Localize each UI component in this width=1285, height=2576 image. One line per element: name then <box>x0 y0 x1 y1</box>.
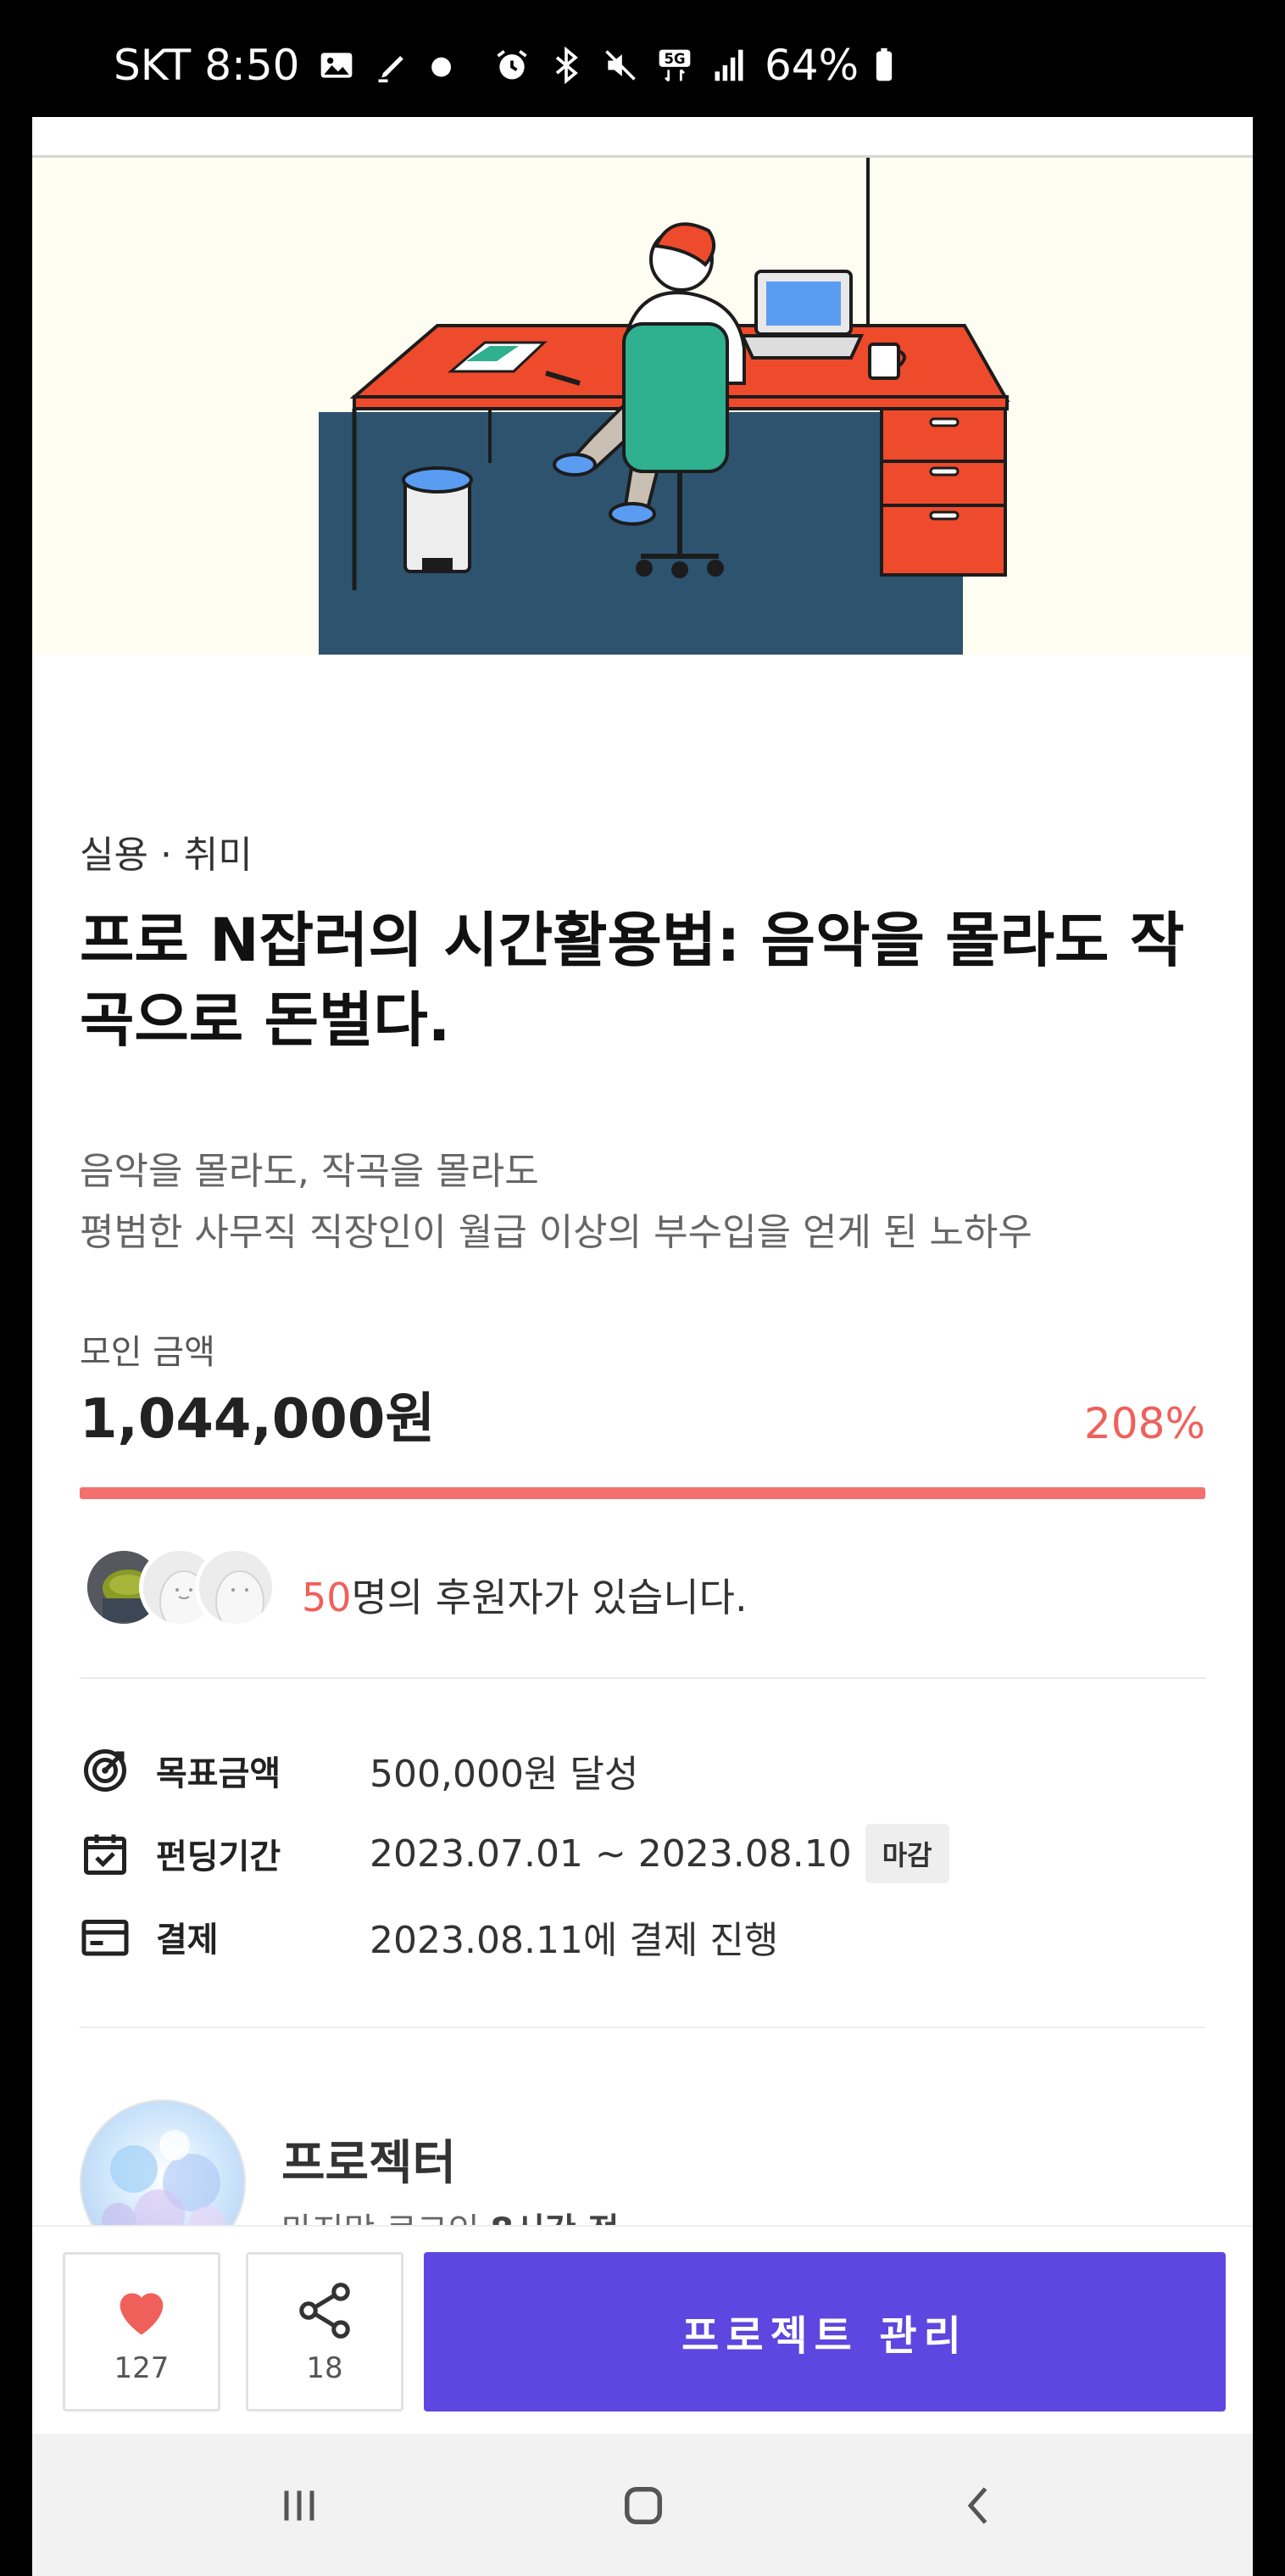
system-nav-bar <box>32 2434 1253 2576</box>
payment-label: 결제 <box>156 1921 219 1960</box>
goal-label: 목표금액 <box>156 1754 281 1793</box>
period-label: 펀딩기간 <box>156 1837 281 1876</box>
goal-value: 500,000원 달성 <box>370 1753 639 1796</box>
project-title: 프로 N잡러의 시간활용법: 음악을 몰라도 작곡으로 돈벌다. <box>80 900 1205 1060</box>
divider <box>80 1677 1205 1679</box>
like-count: 127 <box>114 2351 170 2385</box>
battery-percent: 64% <box>765 41 859 90</box>
network-5g-icon: 5G <box>656 47 693 84</box>
home-icon[interactable] <box>605 2476 681 2535</box>
payment-value: 2023.08.11에 결제 진행 <box>370 1919 779 1962</box>
backers-summary[interactable]: 50명의 후원자가 있습니다. <box>80 1547 1205 1648</box>
payment-row: 결제 2023.08.11에 결제 진행 <box>80 1903 1205 1971</box>
creator-name[interactable]: 프로젝터 <box>281 2125 456 2194</box>
raised-amount: 1,044,000원 <box>80 1388 436 1451</box>
image-icon <box>318 47 355 84</box>
clock: 8:50 <box>204 41 300 90</box>
period-row: 펀딩기간 2023.07.01 ~ 2023.08.10 마감 <box>80 1820 1205 1887</box>
status-left: SKT 8:50 ● <box>114 41 453 90</box>
status-right: 5G 64% <box>493 41 903 90</box>
project-category[interactable]: 실용 · 취미 <box>80 824 253 878</box>
bottom-action-bar: 127 18 프로젝트 관리 <box>32 2225 1253 2434</box>
closed-badge: 마감 <box>865 1824 949 1883</box>
like-button[interactable]: 127 <box>63 2252 220 2412</box>
back-icon[interactable] <box>941 2476 1017 2535</box>
period-value: 2023.07.01 ~ 2023.08.10 <box>370 1832 852 1876</box>
status-bar: SKT 8:50 ● 5G 64% <box>0 0 1285 117</box>
goal-row: 목표금액 500,000원 달성 <box>80 1737 1205 1804</box>
share-icon <box>299 2283 350 2339</box>
alarm-icon <box>493 47 531 84</box>
raised-amount-label: 모인 금액 <box>80 1333 215 1372</box>
share-count: 18 <box>306 2351 343 2385</box>
subtitle-line-2: 평범한 사무직 직장인이 월급 이상의 부수입을 얻게 된 노하우 <box>80 1211 1032 1254</box>
mute-icon <box>602 47 639 84</box>
bluetooth-icon <box>548 47 585 84</box>
battery-icon <box>865 47 903 84</box>
target-icon <box>80 1741 139 1800</box>
signal-icon <box>710 47 748 84</box>
carrier-label: SKT <box>114 41 192 90</box>
app-screen: 실용 · 취미 프로 N잡러의 시간활용법: 음악을 몰라도 작곡으로 돈벌다.… <box>32 117 1253 2576</box>
project-title-text: 프로 N잡러의 시간활용법: 음악을 몰라도 작곡으로 돈벌다. <box>80 906 1185 1055</box>
backers-count: 50 <box>302 1575 352 1620</box>
manage-project-button[interactable]: 프로젝트 관리 <box>424 2252 1226 2412</box>
top-bar <box>32 117 1253 158</box>
funding-percent: 208% <box>1084 1399 1205 1448</box>
calendar-check-icon <box>80 1824 139 1883</box>
divider <box>80 2027 1205 2028</box>
backers-text: 50명의 후원자가 있습니다. <box>302 1567 748 1623</box>
office-desk-illustration <box>32 158 1253 655</box>
dot-indicator: ● <box>430 50 453 81</box>
project-cover-image <box>32 158 1253 655</box>
pen-icon <box>374 47 411 84</box>
svg-text:5G: 5G <box>664 51 685 67</box>
backer-avatars <box>83 1547 278 1631</box>
backers-suffix: 명의 후원자가 있습니다. <box>351 1575 748 1620</box>
card-icon <box>80 1907 139 1966</box>
recent-apps-icon[interactable] <box>261 2476 337 2535</box>
funding-progress-bar <box>80 1487 1205 1499</box>
project-subtitle: 음악을 몰라도, 작곡을 몰라도 평범한 사무직 직장인이 월급 이상의 부수입… <box>80 1141 1205 1263</box>
subtitle-line-1: 음악을 몰라도, 작곡을 몰라도 <box>80 1150 539 1193</box>
share-button[interactable]: 18 <box>246 2252 403 2412</box>
avatar <box>195 1547 276 1628</box>
heart-icon <box>120 2293 164 2335</box>
funding-progress-fill <box>80 1487 1205 1499</box>
